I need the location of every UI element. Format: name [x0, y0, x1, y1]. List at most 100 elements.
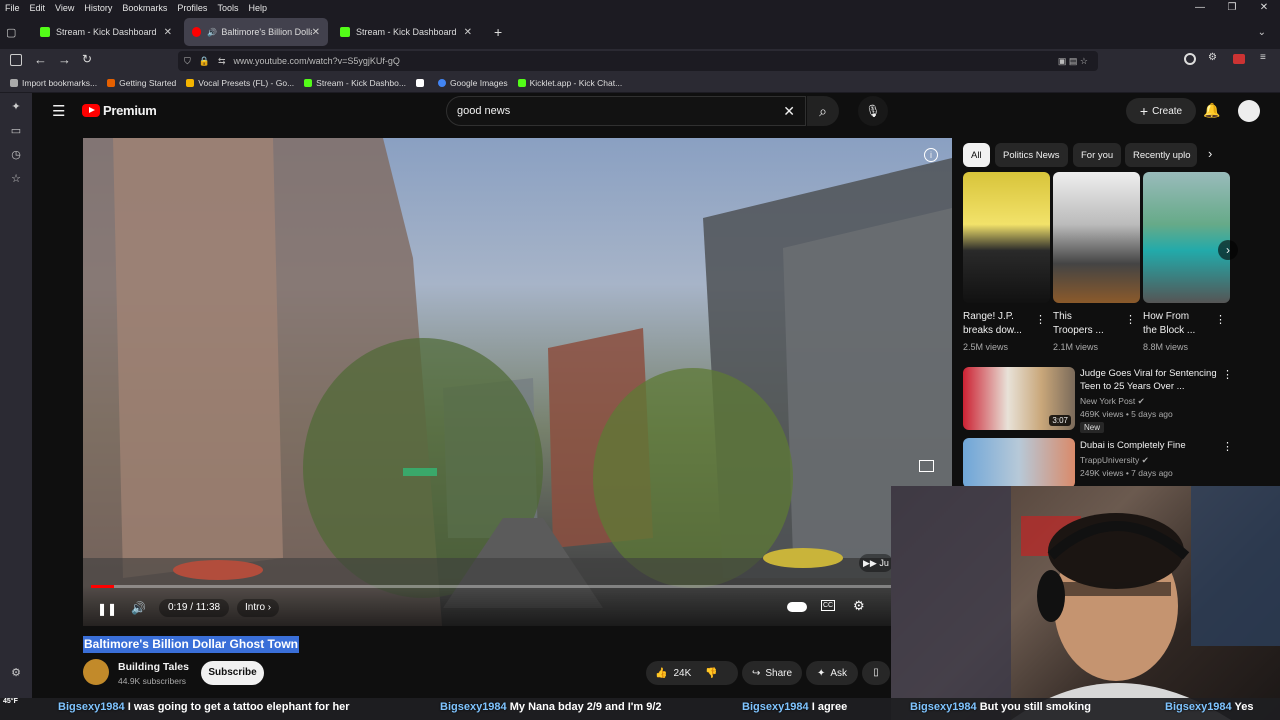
video-thumbnail[interactable]: 3:07 — [963, 367, 1075, 430]
short-title-3[interactable]: How From the Block ... — [1143, 310, 1195, 338]
player-controls: ❚❚ 🔊 0:19 / 11:38 Intro › CC ⚙ — [83, 585, 952, 626]
chip-all[interactable]: All — [963, 143, 990, 167]
sidebar-toggle-icon[interactable] — [10, 54, 22, 66]
chip-recently-uploaded[interactable]: Recently uplo — [1125, 143, 1197, 167]
reload-icon[interactable]: ↻ — [82, 52, 92, 66]
short-thumbnail-3[interactable] — [1143, 172, 1230, 303]
menu-hamburger-icon[interactable]: ☰ — [52, 102, 65, 120]
short-title-2[interactable]: This Troopers ... — [1053, 310, 1104, 338]
settings-icon[interactable]: ⚙ — [10, 667, 22, 679]
short-thumbnail-1[interactable] — [963, 172, 1050, 303]
menu-profiles[interactable]: Profiles — [172, 3, 212, 13]
video-thumbnail[interactable] — [963, 438, 1075, 488]
chip-for-you[interactable]: For you — [1073, 143, 1122, 167]
bookmark-kick-dashboard[interactable]: Stream - Kick Dashbo... — [304, 78, 406, 88]
autoplay-toggle[interactable] — [787, 602, 807, 612]
youtube-logo[interactable]: Premium — [82, 103, 157, 118]
search-input[interactable]: good news ✕ — [446, 96, 806, 126]
url-text[interactable]: www.youtube.com/watch?v=S5ygjKUf-gQ — [234, 56, 400, 66]
forward-icon[interactable]: → — [58, 52, 71, 67]
pause-icon[interactable]: ❚❚ — [97, 602, 117, 616]
notifications-icon[interactable]: 🔔 — [1203, 102, 1220, 119]
recommended-channel[interactable]: TrappUniversity ✔ — [1080, 455, 1149, 466]
page-actions-icon[interactable]: ▣ ▤ ☆ — [1058, 56, 1088, 67]
channel-name[interactable]: Building Tales — [118, 661, 189, 673]
avatar[interactable] — [1238, 100, 1260, 122]
captions-icon[interactable]: CC — [821, 600, 835, 611]
chip-politics-news[interactable]: Politics News — [995, 143, 1068, 167]
menu-tools[interactable]: Tools — [212, 3, 243, 13]
tab-youtube-video[interactable]: 🔊 Baltimore's Billion Dollar Gh ✕ — [184, 18, 328, 46]
tracking-icon[interactable]: ⇆ — [218, 56, 226, 67]
recommended-title[interactable]: Judge Goes Viral for Sentencing Teen to … — [1080, 368, 1220, 393]
speaker-icon[interactable]: 🔊 — [207, 28, 217, 37]
create-button[interactable]: + Create — [1126, 98, 1196, 124]
tab-overview-icon[interactable]: ▢ — [6, 26, 28, 39]
video-player[interactable]: i ▶▶ Ju ❚❚ 🔊 0:19 / 11:38 Intro › CC ⚙ — [83, 138, 952, 626]
recommended-title[interactable]: Dubai is Completely Fine — [1080, 440, 1220, 453]
ai-chat-icon[interactable]: ✦ — [10, 101, 22, 113]
skip-chapter-button[interactable]: ▶▶ Ju — [859, 554, 893, 572]
extension-badge-icon[interactable] — [1233, 54, 1245, 64]
menu-history[interactable]: History — [79, 3, 117, 13]
tab-list-icon[interactable]: ⌄ — [1258, 27, 1266, 38]
close-tab-icon[interactable]: ✕ — [164, 27, 172, 38]
extensions-icon[interactable]: ⚙ — [1208, 52, 1217, 63]
menu-help[interactable]: Help — [243, 3, 272, 13]
search-button[interactable]: ⌕ — [807, 96, 839, 126]
shield-icon[interactable]: ⛉ — [184, 56, 191, 67]
bookmark-import[interactable]: Import bookmarks... — [10, 78, 97, 88]
history-icon[interactable]: ◷ — [10, 149, 22, 161]
voice-search-button[interactable]: 🎙 — [858, 96, 888, 126]
close-window-button[interactable]: ✕ — [1248, 0, 1280, 15]
bookmark-vocal-presets[interactable]: Vocal Presets (FL) - Go... — [186, 78, 294, 88]
recommended-menu-icon[interactable]: ⋮ — [1222, 440, 1233, 453]
bookmark-google-images[interactable]: Google Images — [437, 78, 508, 88]
menu-view[interactable]: View — [50, 3, 79, 13]
close-tab-icon[interactable]: ✕ — [464, 27, 472, 38]
short-menu-icon[interactable]: ⋮ — [1035, 313, 1046, 326]
progress-bar[interactable] — [91, 585, 944, 588]
minimize-button[interactable]: — — [1184, 0, 1216, 15]
recommended-menu-icon[interactable]: ⋮ — [1222, 368, 1233, 381]
app-menu-icon[interactable]: ≡ — [1260, 52, 1266, 63]
restore-button[interactable]: ❐ — [1216, 0, 1248, 15]
short-menu-icon[interactable]: ⋮ — [1125, 313, 1136, 326]
miniplayer-icon[interactable] — [919, 460, 934, 472]
chapter-button[interactable]: Intro › — [237, 599, 280, 617]
bookmark-s[interactable] — [415, 78, 428, 87]
new-tab-button[interactable]: + — [494, 24, 502, 40]
like-button[interactable]: 👍 24K — [655, 668, 691, 679]
shorts-next-icon[interactable]: › — [1218, 240, 1238, 260]
subscribe-button[interactable]: Subscribe — [201, 661, 264, 685]
account-icon[interactable] — [1184, 53, 1196, 65]
address-bar[interactable]: ⛉ 🔒 ⇆ www.youtube.com/watch?v=S5ygjKUf-g… — [178, 51, 1098, 71]
menu-bookmarks[interactable]: Bookmarks — [117, 3, 172, 13]
save-button[interactable]: ▯ — [862, 661, 890, 685]
menu-edit[interactable]: Edit — [25, 3, 51, 13]
chips-next-icon[interactable]: › — [1208, 146, 1212, 161]
bookmarks-icon[interactable]: ☆ — [10, 173, 22, 185]
share-icon: ↪ — [751, 667, 761, 679]
bookmark-getting-started[interactable]: Getting Started — [107, 78, 176, 88]
short-thumbnail-2[interactable] — [1053, 172, 1140, 303]
short-title-1[interactable]: Range! J.P. breaks dow... — [963, 310, 1022, 338]
kick-icon — [517, 78, 526, 87]
volume-icon[interactable]: 🔊 — [131, 601, 146, 615]
share-button[interactable]: ↪ Share — [742, 661, 802, 685]
short-menu-icon[interactable]: ⋮ — [1215, 313, 1226, 326]
bookmark-kicklet[interactable]: Kicklet.app - Kick Chat... — [517, 78, 622, 88]
synced-tabs-icon[interactable]: ▭ — [10, 125, 22, 137]
dislike-button[interactable]: 👎 — [705, 668, 717, 679]
tab-kick-dashboard-1[interactable]: Stream - Kick Dashboard ✕ — [32, 18, 180, 46]
info-icon[interactable]: i — [924, 148, 938, 162]
tab-kick-dashboard-2[interactable]: Stream - Kick Dashboard ✕ — [332, 18, 480, 46]
close-tab-icon[interactable]: ✕ — [312, 27, 320, 38]
back-icon[interactable]: ← — [34, 52, 47, 67]
menu-file[interactable]: File — [0, 3, 25, 13]
clear-search-icon[interactable]: ✕ — [783, 103, 795, 120]
ask-button[interactable]: ✦ Ask — [806, 661, 858, 685]
recommended-channel[interactable]: New York Post ✔ — [1080, 396, 1145, 407]
settings-gear-icon[interactable]: ⚙ — [853, 598, 865, 614]
channel-avatar[interactable] — [83, 659, 109, 685]
